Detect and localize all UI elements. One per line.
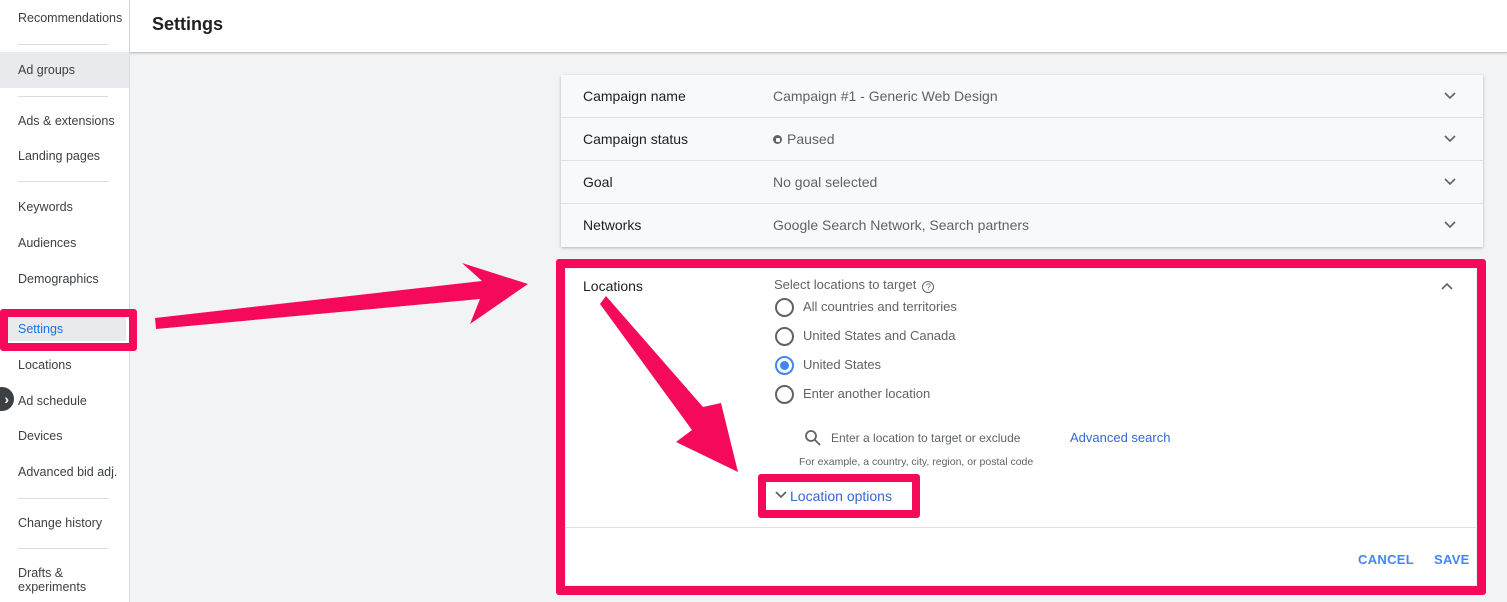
radio-button[interactable]: [775, 298, 794, 317]
setting-label: Campaign status: [583, 131, 689, 147]
setting-row-campaign-status[interactable]: Campaign status Paused: [561, 118, 1483, 161]
page-title: Settings: [152, 14, 224, 34]
sidebar-divider: [18, 498, 108, 499]
save-button[interactable]: SAVE: [1434, 552, 1470, 567]
sidebar-item-ad-schedule[interactable]: Ad schedule: [18, 394, 87, 408]
sidebar: Recommendations Ad groups Ads & extensio…: [0, 0, 130, 602]
location-options-highlight-box: [758, 474, 920, 518]
sidebar-divider: [18, 548, 108, 549]
radio-button[interactable]: [775, 385, 794, 404]
locations-panel: Locations Select locations to target? Al…: [566, 269, 1476, 585]
locations-label: Locations: [583, 278, 643, 294]
sidebar-item-recommendations[interactable]: Recommendations: [18, 11, 122, 25]
divider: [566, 527, 1476, 528]
sidebar-item-locations[interactable]: Locations: [18, 358, 72, 372]
chevron-right-icon: ›: [4, 391, 9, 407]
setting-row-campaign-name[interactable]: Campaign name Campaign #1 - Generic Web …: [561, 75, 1483, 118]
page-header: Settings: [130, 0, 1507, 53]
sidebar-item-settings[interactable]: Settings: [18, 322, 63, 336]
search-icon: [805, 430, 821, 446]
settings-card: Campaign name Campaign #1 - Generic Web …: [561, 75, 1483, 247]
cancel-button[interactable]: CANCEL: [1358, 552, 1414, 567]
help-icon[interactable]: ?: [922, 281, 935, 293]
radio-label: United States: [803, 357, 882, 372]
search-hint: For example, a country, city, region, or…: [799, 456, 1034, 468]
setting-value: No goal selected: [773, 174, 878, 190]
setting-row-networks[interactable]: Networks Google Search Network, Search p…: [561, 204, 1483, 247]
chevron-down-icon: [1444, 92, 1456, 100]
sidebar-divider: [18, 96, 108, 97]
chevron-down-icon: [1444, 178, 1456, 186]
sidebar-item-devices[interactable]: Devices: [18, 429, 62, 443]
sidebar-item-ad-groups[interactable]: Ad groups: [18, 63, 75, 77]
sidebar-item-audiences[interactable]: Audiences: [18, 236, 76, 250]
advanced-search-link[interactable]: Advanced search: [1070, 430, 1170, 445]
sidebar-item-landing-pages[interactable]: Landing pages: [18, 149, 100, 163]
sidebar-item-change-history[interactable]: Change history: [18, 516, 102, 530]
locations-prompt: Select locations to target?: [774, 277, 935, 293]
prompt-text: Select locations to target: [774, 277, 917, 292]
status-text: Paused: [787, 131, 835, 147]
setting-value: Paused: [773, 131, 834, 147]
paused-status-icon: [773, 135, 782, 144]
sidebar-divider: [18, 181, 108, 182]
setting-label: Networks: [583, 217, 642, 233]
setting-label: Goal: [583, 174, 613, 190]
sidebar-item-ads-extensions[interactable]: Ads & extensions: [18, 114, 115, 128]
chevron-up-icon[interactable]: [1440, 280, 1454, 294]
chevron-down-icon: [1444, 221, 1456, 229]
sidebar-divider: [18, 44, 108, 45]
setting-label: Campaign name: [583, 88, 686, 104]
sidebar-item-drafts-experiments[interactable]: Drafts & experiments: [18, 566, 86, 594]
sidebar-item-advanced-bid-adj[interactable]: Advanced bid adj.: [18, 465, 117, 479]
radio-button-selected[interactable]: [775, 356, 794, 375]
radio-button[interactable]: [775, 327, 794, 346]
sidebar-item-demographics[interactable]: Demographics: [18, 272, 99, 286]
radio-label: All countries and territories: [803, 299, 957, 314]
location-search-input[interactable]: [831, 429, 1051, 447]
sidebar-item-keywords[interactable]: Keywords: [18, 200, 73, 214]
setting-value: Campaign #1 - Generic Web Design: [773, 88, 998, 104]
chevron-down-icon: [1444, 135, 1456, 143]
arrow-to-locations: [155, 263, 528, 329]
radio-label: Enter another location: [803, 386, 931, 401]
setting-row-goal[interactable]: Goal No goal selected: [561, 161, 1483, 204]
setting-value: Google Search Network, Search partners: [773, 217, 1030, 233]
radio-label: United States and Canada: [803, 328, 956, 343]
